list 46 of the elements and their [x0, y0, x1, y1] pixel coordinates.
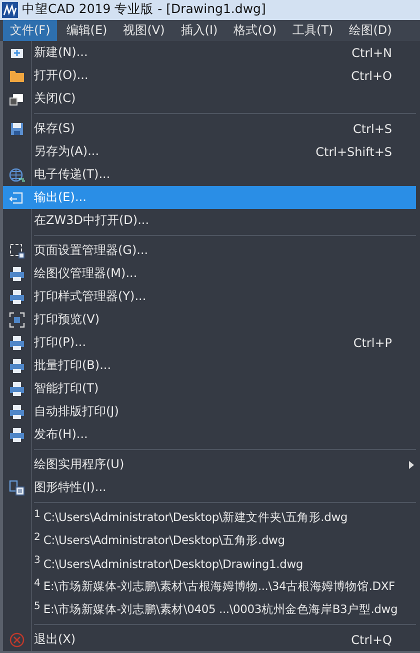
page-setup-icon [9, 242, 25, 258]
menu-tab[interactable]: 编辑(E) [59, 20, 114, 41]
printer-icon [9, 288, 25, 304]
menu-item[interactable]: 打印预览(V) [3, 308, 416, 331]
properties-icon [9, 480, 25, 496]
printer-icon [9, 358, 25, 374]
menu-item[interactable]: 退出(X) Ctrl+Q [3, 628, 416, 651]
menu-item[interactable]: 页面设置管理器(G)... [3, 239, 416, 262]
menu-item[interactable]: 打开(O)... Ctrl+O [3, 64, 416, 87]
menu-item[interactable]: 电子传递(T)... [3, 163, 416, 186]
menu-item[interactable]: 打印(P)... Ctrl+P [3, 331, 416, 354]
menu-tab[interactable]: 文件(F) [3, 20, 58, 41]
menu-item[interactable]: 关闭(C) [3, 87, 416, 110]
recent-file-item[interactable]: 4 E:\市场新媒体-刘志鹏\素材\古根海姆博物...\34古根海姆博物馆.DXF [3, 575, 416, 598]
globe-icon [9, 166, 25, 182]
menu-item[interactable]: 图形特性(I)... [3, 476, 416, 499]
menu-item[interactable]: 新建(N)... Ctrl+N [3, 41, 416, 64]
menu-tab[interactable]: 绘图(D) [342, 20, 399, 41]
printer-icon [9, 266, 25, 282]
recent-file-item[interactable]: 2 C:\Users\Administrator\Desktop\五角形.dwg [3, 529, 416, 552]
menu-tab[interactable]: 视图(V) [116, 20, 172, 41]
printer-icon [9, 380, 25, 396]
menu-item[interactable]: 自动排版打印(J) [3, 400, 416, 423]
menu-tab[interactable]: 工具(T) [286, 20, 340, 41]
printer-icon [9, 426, 25, 442]
app-logo-icon [2, 2, 18, 18]
menu-item[interactable]: 绘图仪管理器(M)... [3, 262, 416, 285]
preview-frame-icon [9, 312, 25, 328]
menu-item[interactable]: 批量打印(B)... [3, 354, 416, 377]
export-icon [9, 190, 25, 206]
printer-icon [9, 334, 25, 350]
menu-item[interactable]: 发布(H)... [3, 423, 416, 446]
recent-file-item[interactable]: 1 C:\Users\Administrator\Desktop\新建文件夹\五角形.dwg [3, 506, 416, 529]
menu-tab[interactable]: 格式(O) [226, 20, 284, 41]
menu-item[interactable]: 另存为(A)... Ctrl+Shift+S [3, 140, 416, 163]
menu-item[interactable]: 打印样式管理器(Y)... [3, 285, 416, 308]
window-title: 中望CAD 2019 专业版 - [Drawing1.dwg] [22, 1, 266, 18]
recent-file-item[interactable]: 5 E:\市场新媒体-刘志鹏\素材\0405 ...\0003杭州金色海岸B3户型.dwg [3, 598, 416, 621]
exit-icon [9, 632, 25, 648]
menu-item[interactable]: 绘图实用程序(U) [3, 453, 416, 476]
menu-item[interactable]: 智能打印(T) [3, 377, 416, 400]
menu-item[interactable]: 在ZW3D中打开(D)... [3, 209, 416, 232]
printer-icon [9, 404, 25, 420]
menu-item[interactable]: 保存(S) Ctrl+S [3, 117, 416, 140]
menu-tab[interactable]: 插入(I) [174, 20, 225, 41]
recent-file-item[interactable]: 3 C:\Users\Administrator\Desktop\Drawing1.dwg [3, 552, 416, 575]
